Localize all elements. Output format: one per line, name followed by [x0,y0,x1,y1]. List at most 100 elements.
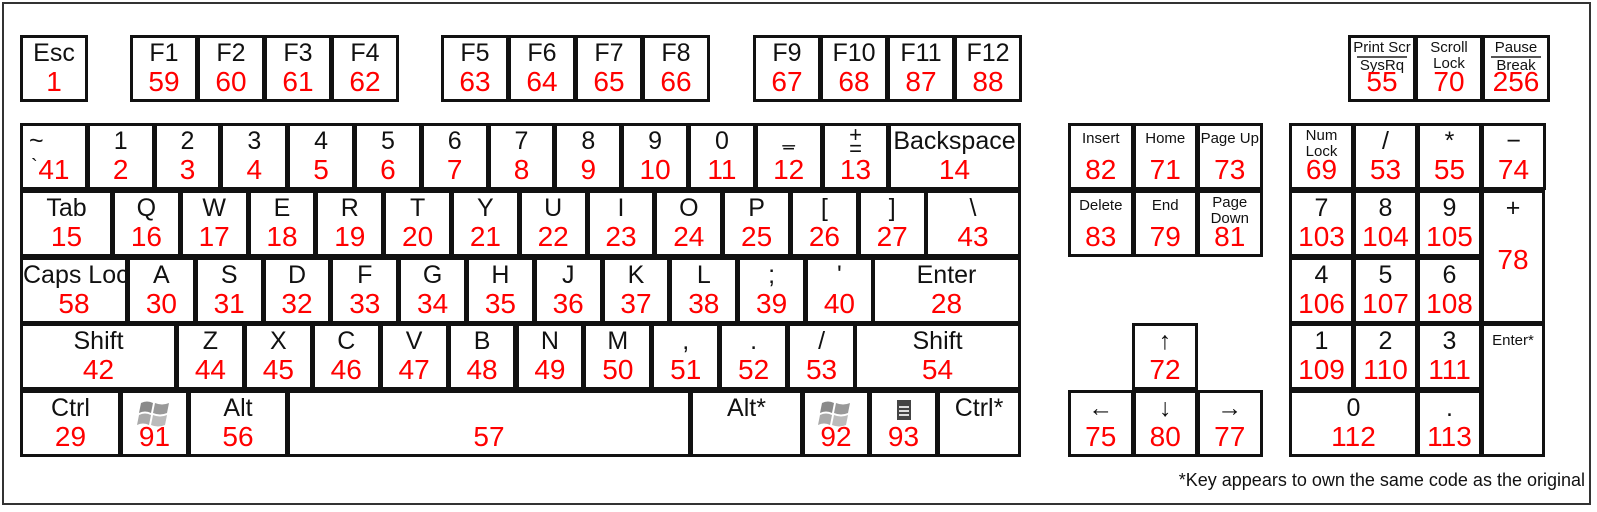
key-esc[interactable]: Esc 1 [20,35,88,102]
key-np9[interactable]: 9 105 [1417,190,1482,257]
key-f11[interactable]: F11 87 [887,35,955,102]
key-pageup[interactable]: Page Up 73 [1197,123,1263,190]
key-i[interactable]: I 23 [586,190,656,257]
key-n[interactable]: N 49 [515,323,585,390]
key-np5[interactable]: 5 107 [1353,257,1418,324]
key-npsub[interactable]: −74 [1481,123,1546,190]
key-6[interactable]: 67 [420,123,489,190]
key-semicolon[interactable]: ; 39 [737,257,806,324]
key-rctrl[interactable]: Ctrl* [937,390,1021,457]
key-l[interactable]: L 38 [669,257,739,324]
key-enter[interactable]: Enter 28 [872,257,1021,324]
key-e[interactable]: E 18 [247,190,317,257]
key-np1[interactable]: 1 109 [1289,323,1354,390]
key-lbracket[interactable]: [26 [790,190,859,257]
key-home[interactable]: Home 71 [1132,123,1198,190]
key-delete[interactable]: Delete 83 [1068,190,1134,257]
key-np3[interactable]: 3 111 [1417,323,1482,390]
key-2[interactable]: 23 [153,123,222,190]
key-backslash[interactable]: \ 43 [925,190,1021,257]
key-comma[interactable]: , 51 [651,323,721,390]
key-8[interactable]: 89 [554,123,623,190]
key-lctrl[interactable]: Ctrl 29 [20,390,121,457]
key-f3[interactable]: F3 61 [264,35,332,102]
key-1[interactable]: 12 [86,123,155,190]
key-f6[interactable]: F6 64 [508,35,576,102]
key-f10[interactable]: F10 68 [820,35,888,102]
key-np4[interactable]: 4 106 [1289,257,1354,324]
key-period[interactable]: . 52 [719,323,789,390]
key-f12[interactable]: F12 88 [954,35,1022,102]
key-minus[interactable]: _ −12 [754,123,823,190]
key-rbracket[interactable]: ] 27 [857,190,927,257]
key-f9[interactable]: F9 67 [753,35,821,102]
key-np8[interactable]: 8 104 [1353,190,1418,257]
key-end[interactable]: End 79 [1132,190,1198,257]
key-b[interactable]: B 48 [447,323,517,390]
key-rshift[interactable]: Shift 54 [854,323,1021,390]
key-0[interactable]: 0 11 [688,123,756,190]
key-backspace[interactable]: Backspace 14 [888,123,1021,190]
key-c[interactable]: C 46 [311,323,381,390]
key-ralt[interactable]: Alt* [690,390,803,457]
key-npadd[interactable]: +78 [1481,190,1545,324]
key-quote[interactable]: ' 40 [805,257,874,324]
key-right[interactable]: → 77 [1197,390,1263,457]
key-f1[interactable]: F1 59 [130,35,198,102]
key-insert[interactable]: Insert 82 [1068,123,1134,190]
key-q[interactable]: Q 16 [112,190,181,257]
key-9[interactable]: 9 10 [621,123,689,190]
key-s[interactable]: S 31 [194,257,264,324]
key-numlock[interactable]: Num Lock 69 [1289,123,1354,190]
key-d[interactable]: D 32 [262,257,332,324]
key-rwin[interactable]: 92 [802,390,870,457]
key-z[interactable]: Z 44 [176,323,245,390]
key-o[interactable]: O 24 [654,190,724,257]
key-npdot[interactable]: . 113 [1417,390,1482,457]
key-f[interactable]: F 33 [330,257,400,324]
key-tilde[interactable]: ~ ` 41 [20,123,88,190]
key-3[interactable]: 34 [220,123,289,190]
key-up[interactable]: ↑ 72 [1132,323,1198,390]
key-a[interactable]: A 30 [127,257,196,324]
key-k[interactable]: K 37 [601,257,671,324]
key-h[interactable]: H 35 [466,257,535,324]
key-m[interactable]: M 50 [583,323,653,390]
key-npenter[interactable]: Enter* [1481,323,1545,457]
key-lshift[interactable]: Shift 42 [20,323,177,390]
key-printscr[interactable]: Print Scr SysRq 55 [1348,35,1416,102]
key-space[interactable]: 57 [287,390,691,457]
key-w[interactable]: W 17 [179,190,249,257]
key-pagedown[interactable]: Page Down 81 [1197,190,1263,257]
key-f4[interactable]: F4 62 [331,35,399,102]
key-y[interactable]: Y 21 [451,190,520,257]
key-lalt[interactable]: Alt 56 [188,390,288,457]
key-slash[interactable]: /53 [787,323,856,390]
key-g[interactable]: G 34 [398,257,467,324]
key-npdiv[interactable]: /53 [1353,123,1418,190]
key-x[interactable]: X 45 [243,323,313,390]
key-p[interactable]: P 25 [722,190,791,257]
key-lwin[interactable]: 91 [120,390,189,457]
key-scrolllock[interactable]: Scroll Lock 70 [1415,35,1483,102]
key-t[interactable]: T 20 [383,190,452,257]
key-f2[interactable]: F2 60 [197,35,265,102]
key-5[interactable]: 56 [354,123,422,190]
key-equals[interactable]: + = 13 [821,123,890,190]
key-tab[interactable]: Tab 15 [20,190,113,257]
key-r[interactable]: R 19 [315,190,385,257]
key-pause[interactable]: Pause Break 256 [1482,35,1550,102]
key-7[interactable]: 78 [487,123,556,190]
key-menu[interactable]: 93 [869,390,938,457]
key-u[interactable]: U 22 [518,190,588,257]
key-npmul[interactable]: * 55 [1417,123,1482,190]
key-np2[interactable]: 2 110 [1353,323,1418,390]
key-f8[interactable]: F8 66 [642,35,710,102]
key-np0[interactable]: 0 112 [1289,390,1418,457]
key-j[interactable]: J 36 [533,257,603,324]
key-np7[interactable]: 7 103 [1289,190,1354,257]
key-np6[interactable]: 6 108 [1417,257,1482,324]
key-f5[interactable]: F5 63 [441,35,509,102]
key-capslock[interactable]: Caps Lock58 [20,257,128,324]
key-down[interactable]: ↓ 80 [1132,390,1198,457]
